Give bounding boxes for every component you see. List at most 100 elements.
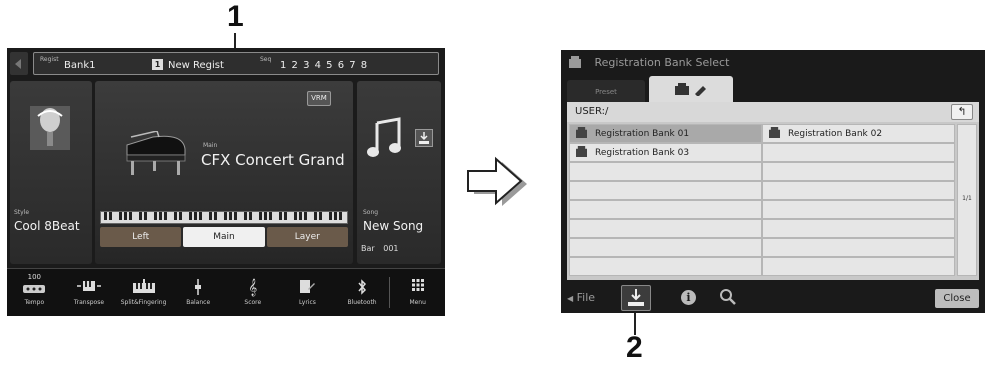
bank-item-03[interactable]: Registration Bank 03	[569, 143, 762, 162]
black-key	[304, 212, 307, 220]
vrm-button[interactable]: VRM	[307, 91, 331, 106]
music-note-icon	[367, 117, 401, 157]
footer-toolbar: ◀ File i Close	[561, 283, 985, 313]
style-panel[interactable]: Style Cool 8Beat	[10, 81, 92, 264]
black-key	[264, 212, 267, 220]
registration-bar[interactable]: Regist Bank1 1 New Regist Seq 1 2 3 4 5 …	[33, 52, 439, 75]
score-label: Score	[244, 299, 262, 306]
transpose-button[interactable]: Transpose	[62, 269, 117, 316]
folder-up-button[interactable]: ↰	[951, 104, 973, 120]
tab-left[interactable]: Left	[100, 227, 182, 247]
bank-item-label: Registration Bank 03	[595, 148, 690, 158]
song-save-icon[interactable]	[415, 129, 433, 147]
bluetooth-label: Bluetooth	[347, 299, 377, 306]
main-voice-name: CFX Concert Grand	[201, 151, 345, 169]
info-icon[interactable]: i	[681, 290, 696, 305]
seq-numbers: 1 2 3 4 5 6 7 8	[280, 60, 369, 71]
regist-name: New Regist	[168, 60, 224, 71]
tempo-label: Tempo	[24, 299, 45, 306]
black-key	[139, 212, 142, 220]
page-scroll-column[interactable]: 1/1	[957, 124, 977, 276]
black-key	[234, 212, 237, 220]
transpose-label: Transpose	[73, 299, 105, 306]
bank-grid: Registration Bank 01 Registration Bank 0…	[569, 124, 955, 276]
home-screen: Regist Bank1 1 New Regist Seq 1 2 3 4 5 …	[7, 48, 445, 316]
bank-list-area: USER:/ ↰ Registration Bank 01 Registrati…	[567, 102, 979, 280]
microphone-icon	[30, 106, 70, 150]
tab-layer[interactable]: Layer	[266, 227, 348, 247]
page-indicator: 1/1	[962, 195, 972, 202]
black-key	[109, 212, 112, 220]
right-arrow-icon	[467, 156, 527, 206]
score-button[interactable]: 𝄞 Score	[226, 269, 281, 316]
split-fingering-button[interactable]: Split&Fingering	[116, 269, 171, 316]
black-key	[104, 212, 107, 220]
lyrics-button[interactable]: Lyrics	[280, 269, 335, 316]
bank-item-label: Registration Bank 01	[595, 129, 690, 139]
tab-user[interactable]	[649, 76, 733, 102]
transpose-icon	[62, 279, 117, 295]
lyrics-label: Lyrics	[298, 299, 316, 306]
score-icon: 𝄞	[248, 278, 258, 296]
black-key	[129, 212, 132, 220]
black-key	[199, 212, 202, 220]
empty-slot	[762, 238, 955, 257]
split-fingering-label: Split&Fingering	[120, 299, 167, 306]
empty-slot	[569, 238, 762, 257]
keyboard-strip	[100, 211, 348, 224]
split-icon	[116, 279, 171, 295]
black-key	[189, 212, 192, 220]
window-title: Registration Bank Select	[569, 56, 729, 69]
black-key	[284, 212, 287, 220]
empty-slot	[762, 219, 955, 238]
black-key	[319, 212, 322, 220]
tempo-value: 100	[27, 273, 41, 281]
balance-label: Balance	[186, 299, 211, 306]
empty-slot	[762, 143, 955, 162]
left-arrow-tab[interactable]	[10, 52, 28, 75]
bluetooth-icon	[335, 279, 390, 295]
close-button[interactable]: Close	[935, 289, 979, 308]
style-small-label: Style	[14, 209, 30, 216]
chevron-left-icon: ◀	[567, 294, 574, 303]
black-key	[279, 212, 282, 220]
menu-button[interactable]: Menu	[390, 269, 445, 316]
black-key	[179, 212, 182, 220]
lyrics-icon	[280, 279, 335, 295]
tab-main[interactable]: Main	[183, 227, 265, 247]
menu-label: Menu	[409, 299, 426, 306]
main-small-label: Main	[203, 142, 218, 149]
save-icon	[628, 289, 644, 306]
black-key	[214, 212, 217, 220]
black-key	[224, 212, 227, 220]
search-icon[interactable]	[719, 288, 737, 306]
black-key	[269, 212, 272, 220]
registration-bank-icon	[576, 127, 587, 138]
black-key	[249, 212, 252, 220]
bar-indicator: Bar 001	[361, 244, 399, 253]
bluetooth-button[interactable]: Bluetooth	[335, 269, 390, 316]
registration-bank-icon	[769, 127, 780, 138]
save-button[interactable]	[621, 285, 651, 311]
bank-item-01[interactable]: Registration Bank 01	[569, 124, 762, 143]
balance-button[interactable]: Balance	[171, 269, 226, 316]
tab-preset[interactable]: Preset	[567, 80, 645, 102]
menu-icon	[390, 279, 445, 295]
empty-slot	[762, 257, 955, 276]
file-button[interactable]: ◀ File	[567, 291, 595, 304]
black-key	[334, 212, 337, 220]
black-key	[124, 212, 127, 220]
main-voice-panel[interactable]: VRM Main CFX Concert Grand Left Main Lay…	[95, 81, 353, 264]
song-panel[interactable]: Song New Song	[357, 81, 441, 264]
bank-item-02[interactable]: Registration Bank 02	[762, 124, 955, 143]
black-key	[294, 212, 297, 220]
callout-number-1: 1	[227, 0, 244, 33]
part-tabs: Left Main Layer	[100, 227, 348, 247]
song-small-label: Song	[363, 209, 379, 216]
song-name: New Song	[363, 219, 424, 233]
regist-small-label: Regist	[40, 56, 59, 63]
empty-slot	[569, 181, 762, 200]
registration-bank-icon	[569, 56, 581, 68]
tempo-button[interactable]: 100 Tempo	[7, 269, 62, 316]
black-key	[174, 212, 177, 220]
